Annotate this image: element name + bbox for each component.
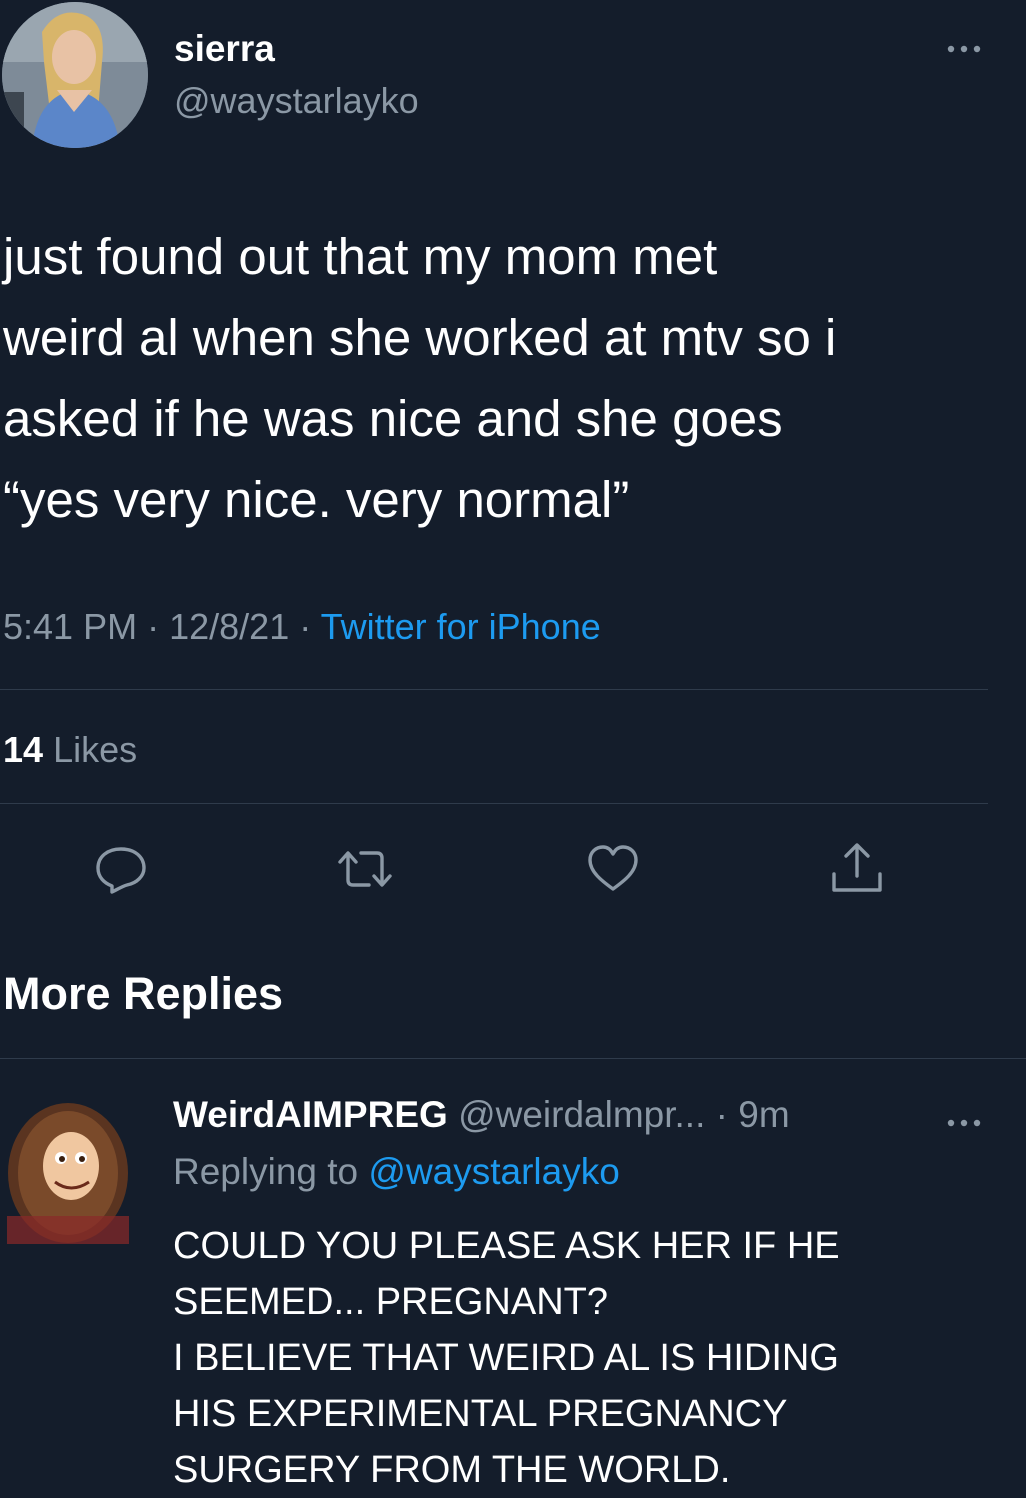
reply-text: COULD YOU PLEASE ASK HER IF HE SEEMED...… xyxy=(173,1218,840,1498)
divider xyxy=(0,689,988,690)
reply-author-name[interactable]: WeirdAIMPREG xyxy=(173,1094,448,1135)
like-button[interactable] xyxy=(584,840,642,903)
more-horizontal-icon[interactable] xyxy=(946,32,982,60)
reply-icon xyxy=(96,847,146,894)
tweet-text: just found out that my mom met weird al … xyxy=(3,216,1013,540)
reply-text-line: COULD YOU PLEASE ASK HER IF HE xyxy=(173,1225,840,1267)
reply-button[interactable] xyxy=(92,840,150,903)
meta-separator: · xyxy=(147,606,160,647)
share-icon xyxy=(832,843,882,892)
author-avatar-image xyxy=(2,2,148,148)
divider xyxy=(0,803,988,804)
reply-author-handle[interactable]: @weirdalmpr... xyxy=(458,1094,705,1135)
replying-to: Replying to @waystarlayko xyxy=(173,1151,620,1193)
reply-author-avatar-image xyxy=(7,1103,129,1244)
likes-count: 14 xyxy=(3,729,44,770)
tweet-source-link[interactable]: Twitter for iPhone xyxy=(321,606,601,647)
replying-to-prefix: Replying to xyxy=(173,1151,359,1192)
retweet-icon xyxy=(338,851,392,887)
replying-to-mention[interactable]: @waystarlayko xyxy=(368,1151,619,1192)
reply-header: WeirdAIMPREG @weirdalmpr... · 9m xyxy=(173,1094,790,1136)
more-horizontal-icon[interactable] xyxy=(946,1106,982,1134)
reply-time[interactable]: · 9m xyxy=(716,1094,790,1135)
divider xyxy=(0,1058,1026,1059)
heart-icon xyxy=(588,845,638,891)
retweet-button[interactable] xyxy=(336,840,394,903)
tweet-text-line: weird al when she worked at mtv so i xyxy=(3,309,837,366)
share-button[interactable] xyxy=(828,840,886,903)
tweet-text-line: asked if he was nice and she goes xyxy=(3,390,783,447)
tweet-text-line: “yes very nice. very normal” xyxy=(3,471,630,528)
more-replies-title: More Replies xyxy=(3,968,284,1019)
author-handle[interactable]: @waystarlayko xyxy=(174,80,419,122)
reply-text-line: SURGERY FROM THE WORLD. xyxy=(173,1449,731,1491)
tweet-meta: 5:41 PM · 12/8/21 · Twitter for iPhone xyxy=(3,606,601,648)
reply-text-line: HIS EXPERIMENTAL PREGNANCY xyxy=(173,1393,788,1435)
tweet-time[interactable]: 5:41 PM xyxy=(3,606,137,647)
meta-separator: · xyxy=(299,606,312,647)
tweet-text-line: just found out that my mom met xyxy=(3,228,718,285)
reply-author-avatar[interactable] xyxy=(7,1098,129,1244)
reply-text-line: SEEMED... PREGNANT? xyxy=(173,1281,608,1323)
reply-text-line: I BELIEVE THAT WEIRD AL IS HIDING xyxy=(173,1337,839,1379)
author-display-name[interactable]: sierra xyxy=(174,28,275,70)
author-avatar[interactable] xyxy=(2,2,148,148)
likes-label: Likes xyxy=(53,729,138,770)
likes-stat[interactable]: 14 Likes xyxy=(3,729,137,771)
tweet-date[interactable]: 12/8/21 xyxy=(169,606,289,647)
